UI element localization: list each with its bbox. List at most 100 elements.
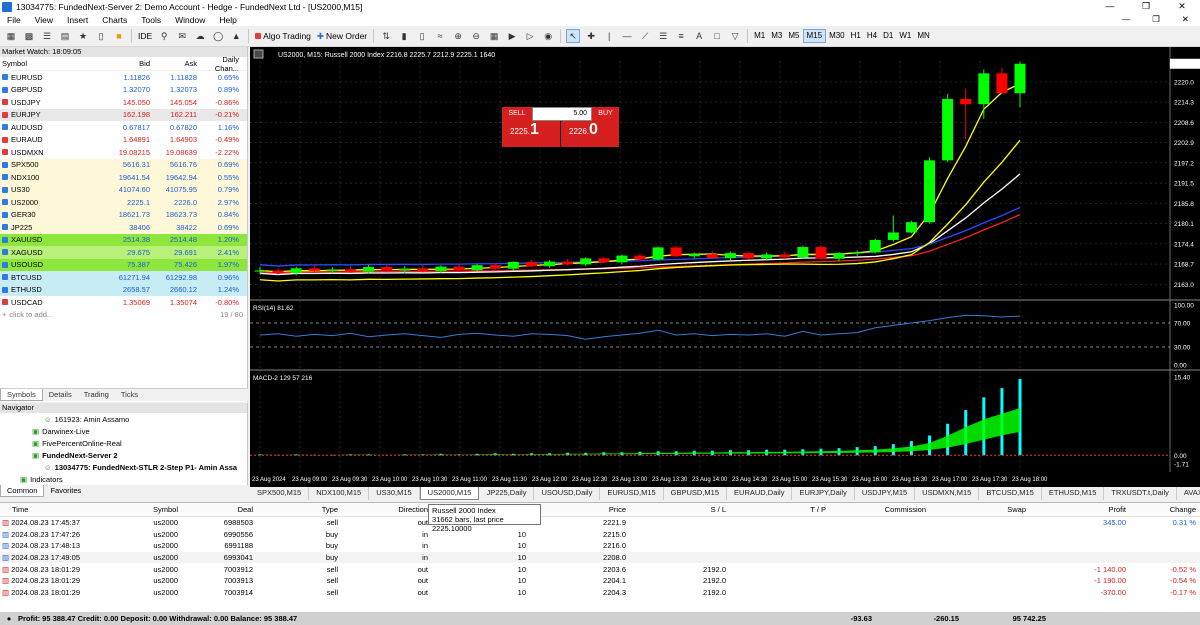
tf-d1[interactable]: D1 [880, 29, 896, 43]
chart-tab[interactable]: EURAUD,Daily [727, 487, 793, 500]
history-col-header[interactable]: Time [0, 505, 110, 514]
market-watch-row[interactable]: EURUSD 1.11826 1.11828 0.65% [0, 71, 247, 84]
tab-trading[interactable]: Trading [78, 389, 115, 401]
market-watch-row[interactable]: XAGUSD 29.675 29.691 2.41% [0, 246, 247, 259]
history-col-header[interactable]: Direction [342, 505, 432, 514]
tab-details[interactable]: Details [43, 389, 78, 401]
close-icon[interactable]: ✕ [1164, 0, 1200, 13]
history-col-header[interactable]: Profit [1030, 505, 1130, 514]
history-col-header[interactable]: Deal [182, 505, 257, 514]
market-watch-row[interactable]: USDJPY 145.050 145.054 -0.86% [0, 96, 247, 109]
navigator-icon[interactable]: ★ [76, 29, 90, 43]
signals-icon[interactable]: ✉ [175, 29, 189, 43]
tester-icon[interactable]: ■ [112, 29, 126, 43]
tf-h4[interactable]: H4 [864, 29, 880, 43]
chart-tab[interactable]: US2000,M15 [419, 487, 480, 500]
navigator-item[interactable]: ▣ Indicators [0, 473, 247, 485]
lot-size-input[interactable]: 5.00 [532, 107, 592, 121]
menu-window[interactable]: Window [168, 15, 212, 25]
chart-tab[interactable]: EURUSD,M15 [600, 487, 664, 500]
tab-ticks[interactable]: Ticks [115, 389, 144, 401]
child-minimize-icon[interactable]: — [1115, 14, 1138, 25]
algo-trading-button[interactable]: Algo Trading [252, 28, 314, 44]
navigator-item[interactable]: ☺ 161923: Amin Assamo [0, 413, 247, 425]
maximize-icon[interactable]: ❐ [1128, 0, 1164, 13]
channel-icon[interactable]: ☰ [656, 29, 670, 43]
history-col-header[interactable]: Swap [930, 505, 1030, 514]
history-row[interactable]: ▥ 2024.08.23 18:01:29 us2000 7003914 sell ou… [0, 587, 1200, 599]
menu-help[interactable]: Help [212, 15, 243, 25]
tf-mn[interactable]: MN [914, 29, 932, 43]
market-watch-row[interactable]: AUDUSD 0.67817 0.67820 1.16% [0, 121, 247, 134]
history-row[interactable]: ▥ 2024.08.23 17:45:37 us2000 6988503 sell ou… [0, 517, 1200, 529]
history-col-header[interactable]: Commission [830, 505, 930, 514]
history-row[interactable]: ▥ 2024.08.23 18:01:29 us2000 7003913 sell ou… [0, 575, 1200, 587]
trendline-icon[interactable]: ⟋ [638, 29, 652, 43]
market-watch-row[interactable]: GER30 18621.73 18623.73 0.84% [0, 208, 247, 221]
history-row[interactable]: ▥ 2024.08.23 17:47:26 us2000 6990556 buy in 1… [0, 529, 1200, 541]
market-watch-row[interactable]: USOUSD 75.387 75.426 1.97% [0, 258, 247, 271]
market-watch-row[interactable]: EURAUD 1.64891 1.64903 -0.49% [0, 133, 247, 146]
menu-tools[interactable]: Tools [134, 15, 168, 25]
history-col-header[interactable]: Change [1130, 505, 1200, 514]
zoom-in-icon[interactable]: ⊕ [451, 29, 465, 43]
chart-tab[interactable]: SPX500,M15 [250, 487, 310, 500]
chart-tab[interactable]: US30,M15 [369, 487, 420, 500]
col-change[interactable]: Daily Chan... [197, 55, 243, 73]
horizontal-line-icon[interactable]: — [620, 29, 634, 43]
zoom-out-icon[interactable]: ⊖ [469, 29, 483, 43]
market-watch-row[interactable]: NDX100 19641.54 19642.94 0.55% [0, 171, 247, 184]
market-watch-row[interactable]: SPX500 5616.31 5616.76 0.69% [0, 158, 247, 171]
market-watch-row[interactable]: JP225 38406 38422 0.69% [0, 221, 247, 234]
fibonacci-icon[interactable]: ≡ [674, 29, 688, 43]
market-watch-row[interactable]: US2000 2225.1 2226.0 2.97% [0, 196, 247, 209]
menu-insert[interactable]: Insert [60, 15, 95, 25]
market-watch-row[interactable]: XAUUSD 2514.38 2514.48 1.20% [0, 233, 247, 246]
history-col-header[interactable]: Type [257, 505, 342, 514]
market-watch-row[interactable]: BTCUSD 61271.94 61292.98 0.96% [0, 271, 247, 284]
history-row[interactable]: ▥ 2024.08.23 17:49:05 us2000 6993041 buy in 1… [0, 551, 1200, 564]
menu-charts[interactable]: Charts [95, 15, 134, 25]
market-watch-row[interactable]: ETHUSD 2658.57 2660.12 1.24% [0, 283, 247, 296]
chart-canvas[interactable]: US2000, M15: Russell 2000 Index 2216.8 2… [250, 47, 1200, 487]
history-col-header[interactable]: T / P [730, 505, 830, 514]
autoscroll-icon[interactable]: ▶ [505, 29, 519, 43]
market-watch-row[interactable]: US30 41074.60 41075.95 0.79% [0, 183, 247, 196]
tf-m15[interactable]: M15 [802, 29, 827, 43]
navigator-item[interactable]: ▣ FivePercentOnline-Real [0, 437, 247, 449]
sell-button-small[interactable]: SELL [502, 107, 532, 121]
search-icon[interactable]: ⚲ [157, 29, 171, 43]
buy-price-button[interactable]: 2226.0 [561, 121, 619, 147]
navigator-item[interactable]: ☺ 13034775: FundedNext-STLR 2-Step P1- Am… [0, 461, 247, 473]
market-watch-row[interactable]: EURJPY 162.198 162.211 -0.21% [0, 108, 247, 121]
cursor-icon[interactable]: ↖ [566, 29, 581, 43]
tf-w1[interactable]: W1 [896, 29, 914, 43]
profiles-icon[interactable]: ▩ [22, 29, 36, 43]
new-order-button[interactable]: ✚ New Order [314, 28, 370, 44]
chart-tab[interactable]: USDJPY,M15 [855, 487, 916, 500]
text-tool-icon[interactable]: A [692, 29, 706, 43]
market-watch-row[interactable]: USDMXN 19.08215 19.08639 -2.22% [0, 146, 247, 159]
trade-icon[interactable]: ⇅ [379, 29, 393, 43]
history-col-header[interactable]: Symbol [110, 505, 182, 514]
navigator-item[interactable]: ▣ Darwinex-Live [0, 425, 247, 437]
market-watch-row[interactable]: USDCAD 1.35069 1.35074 -0.80% [0, 296, 247, 309]
cloud-icon[interactable]: ☁ [193, 29, 207, 43]
chart-tab[interactable]: EURJPY,Daily [792, 487, 855, 500]
ide-button[interactable]: IDE [135, 28, 155, 44]
chart-tab[interactable]: USDMXN,M15 [915, 487, 980, 500]
tf-m30[interactable]: M30 [826, 29, 848, 43]
menu-file[interactable]: File [0, 15, 28, 25]
data-window-icon[interactable]: ▤ [58, 29, 72, 43]
tab-common[interactable]: Common [0, 485, 45, 497]
history-row[interactable]: ▥ 2024.08.23 18:01:29 us2000 7003912 sell ou… [0, 563, 1200, 575]
label-tool-icon[interactable]: □ [710, 29, 724, 43]
chart-tab[interactable]: JP225,Daily [479, 487, 535, 500]
buy-button-small[interactable]: BUY [592, 107, 619, 121]
chart-menu-icon[interactable] [253, 49, 264, 59]
col-ask[interactable]: Ask [150, 59, 197, 68]
market-watch-row[interactable]: GBPUSD 1.32070 1.32073 0.89% [0, 83, 247, 96]
market-icon[interactable]: ▲ [229, 29, 243, 43]
terminal-icon[interactable]: ▯ [94, 29, 108, 43]
child-close-icon[interactable]: ✕ [1175, 14, 1196, 25]
